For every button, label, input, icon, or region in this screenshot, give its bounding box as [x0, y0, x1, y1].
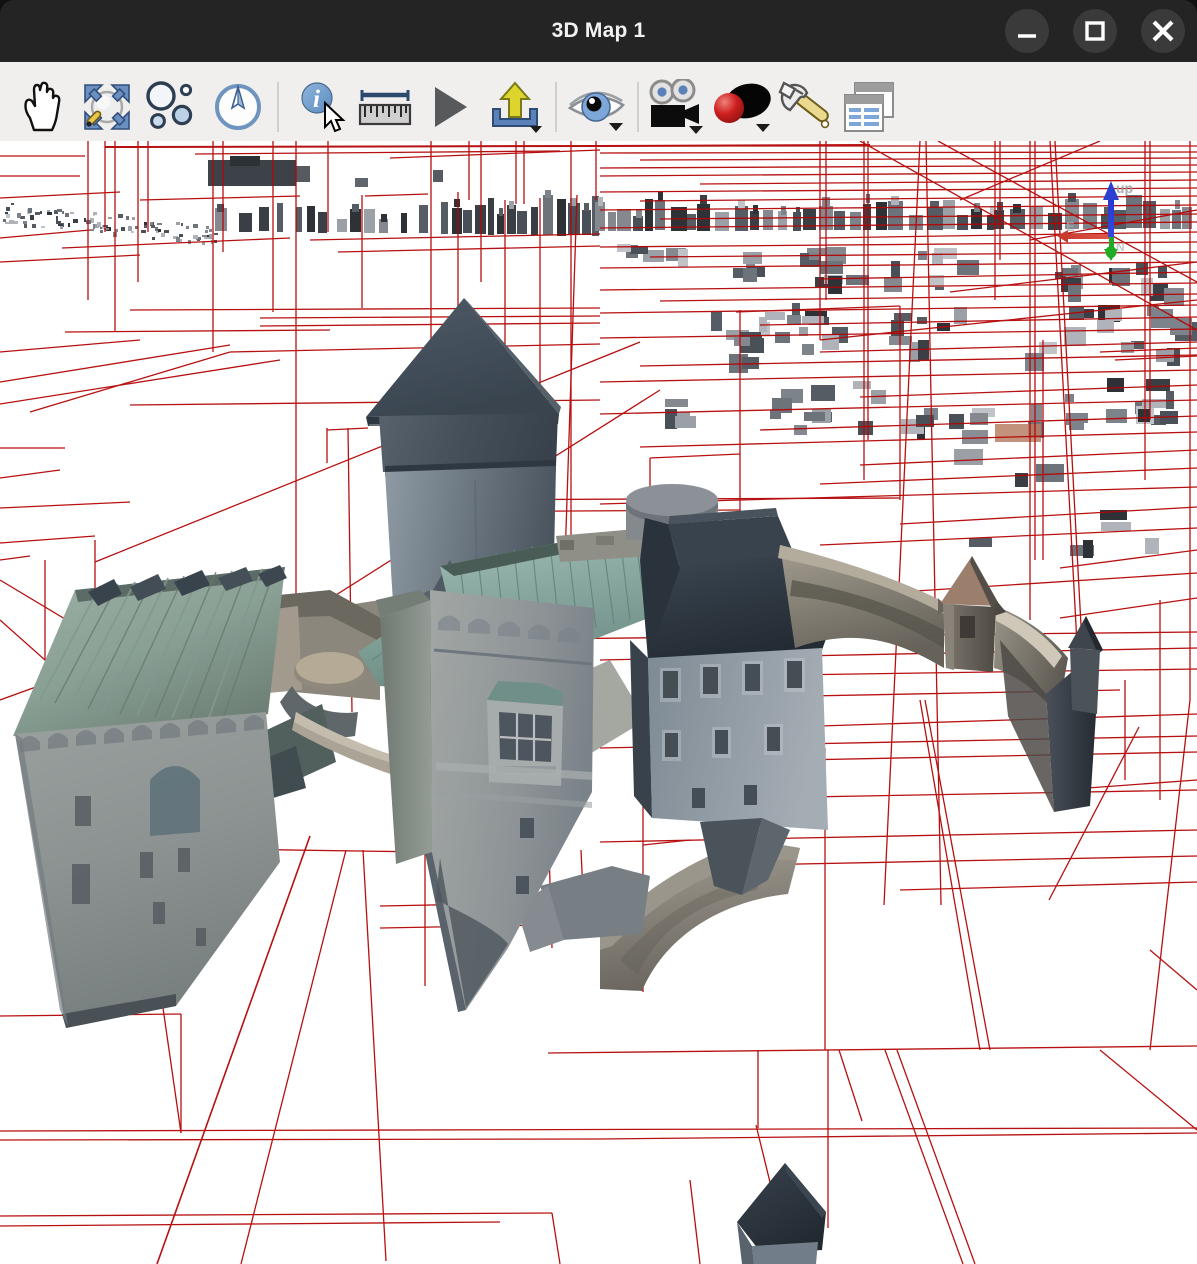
- svg-text:i: i: [313, 86, 320, 113]
- svg-text:up: up: [1116, 180, 1133, 196]
- svg-text:E: E: [1066, 219, 1075, 234]
- svg-text:N: N: [1116, 240, 1125, 254]
